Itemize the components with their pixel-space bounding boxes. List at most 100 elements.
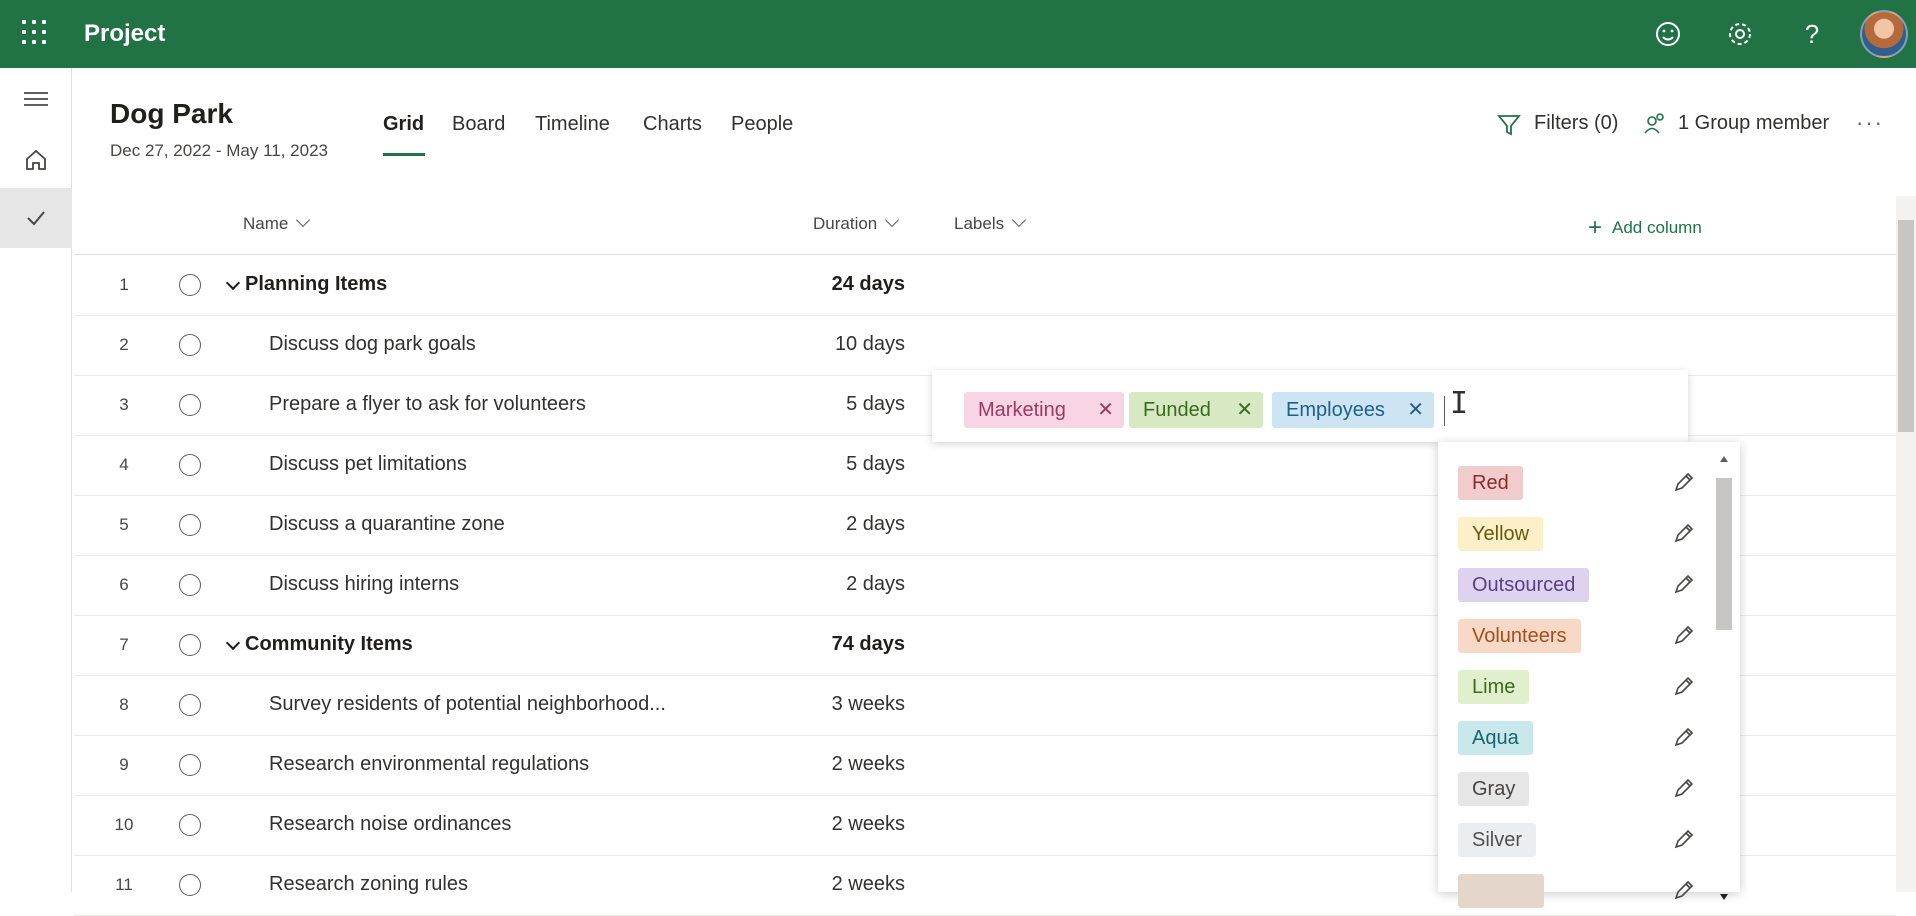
- remove-label-icon[interactable]: ✕: [1236, 392, 1253, 428]
- filter-icon[interactable]: [1496, 112, 1522, 138]
- feedback-smiley-icon[interactable]: [1652, 18, 1684, 50]
- task-duration[interactable]: 10 days: [774, 333, 905, 356]
- task-duration[interactable]: 3 weeks: [774, 693, 905, 716]
- task-name[interactable]: Research environmental regulations: [269, 753, 589, 776]
- task-duration[interactable]: 2 days: [774, 513, 905, 536]
- tab-timeline[interactable]: Timeline: [535, 113, 610, 136]
- task-duration[interactable]: 2 days: [774, 573, 905, 596]
- task-name[interactable]: Discuss a quarantine zone: [269, 513, 505, 536]
- group-row[interactable]: 1 Planning Items 24 days: [74, 256, 1896, 316]
- app-launcher-icon[interactable]: [22, 20, 50, 48]
- project-dates: Dec 27, 2022 - May 11, 2023: [110, 141, 328, 160]
- menu-hamburger-icon[interactable]: [24, 92, 48, 108]
- remove-label-icon[interactable]: ✕: [1407, 392, 1424, 428]
- tab-people[interactable]: People: [731, 113, 793, 136]
- task-complete-checkbox[interactable]: [179, 694, 201, 716]
- task-name[interactable]: Discuss dog park goals: [269, 333, 476, 356]
- app-header: Project ?: [0, 0, 1916, 68]
- label-option[interactable]: Yellow: [1438, 505, 1698, 556]
- task-name[interactable]: Prepare a flyer to ask for volunteers: [269, 393, 586, 416]
- label-option[interactable]: Aqua: [1438, 709, 1698, 760]
- task-complete-checkbox[interactable]: [179, 394, 201, 416]
- edit-pencil-icon[interactable]: [1672, 521, 1696, 545]
- help-icon[interactable]: ?: [1796, 18, 1828, 50]
- group-members-icon[interactable]: [1642, 110, 1668, 138]
- task-duration[interactable]: 74 days: [774, 633, 905, 656]
- task-duration[interactable]: 5 days: [774, 393, 905, 416]
- more-options-button[interactable]: ···: [1856, 110, 1884, 136]
- task-complete-checkbox[interactable]: [179, 754, 201, 776]
- add-column-button[interactable]: + Add column: [1588, 212, 1702, 241]
- edit-pencil-icon[interactable]: [1672, 827, 1696, 851]
- label-option[interactable]: Red: [1438, 454, 1698, 505]
- label-option[interactable]: Outsourced: [1438, 556, 1698, 607]
- page-scrollbar-thumb[interactable]: [1898, 220, 1914, 432]
- column-header-labels[interactable]: Labels: [954, 212, 1027, 234]
- edit-pencil-icon[interactable]: [1672, 572, 1696, 596]
- edit-pencil-icon[interactable]: [1672, 470, 1696, 494]
- task-complete-checkbox[interactable]: [179, 274, 201, 296]
- column-header-name[interactable]: Name: [243, 212, 311, 234]
- tab-board[interactable]: Board: [452, 113, 505, 136]
- label-chip-text: Employees: [1286, 399, 1385, 421]
- label-option[interactable]: Silver: [1438, 811, 1698, 862]
- dropdown-scrollbar-thumb[interactable]: [1716, 478, 1732, 630]
- task-duration[interactable]: 2 weeks: [774, 813, 905, 836]
- edit-pencil-icon[interactable]: [1672, 776, 1696, 800]
- project-title[interactable]: Dog Park: [110, 98, 233, 130]
- label-option[interactable]: Lime: [1438, 658, 1698, 709]
- column-header-duration[interactable]: Duration: [813, 212, 900, 234]
- text-cursor-icon: I: [1450, 386, 1469, 421]
- active-tab-indicator: [383, 153, 425, 156]
- edit-pencil-icon[interactable]: [1672, 725, 1696, 749]
- scroll-up-icon[interactable]: [1720, 456, 1728, 462]
- row-number: 2: [119, 335, 129, 354]
- task-complete-checkbox[interactable]: [179, 634, 201, 656]
- task-complete-checkbox[interactable]: [179, 874, 201, 896]
- collapse-chevron-icon[interactable]: [225, 275, 241, 291]
- task-duration[interactable]: 2 weeks: [774, 753, 905, 776]
- remove-label-icon[interactable]: ✕: [1097, 392, 1114, 428]
- edit-pencil-icon[interactable]: [1672, 623, 1696, 647]
- column-header-labels-label: Labels: [954, 214, 1005, 233]
- task-duration[interactable]: 2 weeks: [774, 873, 905, 896]
- group-members-button[interactable]: 1 Group member: [1678, 112, 1829, 135]
- task-complete-checkbox[interactable]: [179, 334, 201, 356]
- label-option[interactable]: Volunteers: [1438, 607, 1698, 658]
- task-complete-checkbox[interactable]: [179, 574, 201, 596]
- task-complete-checkbox[interactable]: [179, 514, 201, 536]
- label-chip-employees: Employees ✕: [1272, 392, 1434, 428]
- group-name[interactable]: Planning Items: [245, 273, 387, 296]
- edit-pencil-icon[interactable]: [1672, 674, 1696, 698]
- task-duration[interactable]: 24 days: [774, 273, 905, 296]
- home-icon[interactable]: [22, 146, 50, 174]
- task-complete-checkbox[interactable]: [179, 814, 201, 836]
- edit-pencil-icon[interactable]: [1672, 878, 1696, 902]
- my-tasks-nav-item[interactable]: [0, 188, 72, 248]
- scroll-down-icon[interactable]: [1720, 894, 1728, 900]
- task-name[interactable]: Research noise ordinances: [269, 813, 511, 836]
- task-name[interactable]: Discuss hiring interns: [269, 573, 459, 596]
- row-number: 8: [119, 695, 129, 714]
- tab-charts[interactable]: Charts: [643, 113, 702, 136]
- user-avatar[interactable]: [1860, 10, 1908, 58]
- svg-text:?: ?: [1805, 19, 1819, 49]
- label-chip-marketing: Marketing ✕: [964, 392, 1124, 428]
- task-complete-checkbox[interactable]: [179, 454, 201, 476]
- settings-gear-icon[interactable]: [1724, 18, 1756, 50]
- task-name[interactable]: Research zoning rules: [269, 873, 468, 896]
- group-name[interactable]: Community Items: [245, 633, 413, 656]
- label-option[interactable]: Gray: [1438, 760, 1698, 811]
- task-name[interactable]: Discuss pet limitations: [269, 453, 467, 476]
- task-name[interactable]: Survey residents of potential neighborho…: [269, 693, 666, 716]
- task-duration[interactable]: 5 days: [774, 453, 905, 476]
- task-row[interactable]: 2 Discuss dog park goals 10 days: [74, 316, 1896, 376]
- tab-grid[interactable]: Grid: [383, 113, 424, 136]
- app-title[interactable]: Project: [84, 20, 165, 48]
- filters-button[interactable]: Filters (0): [1534, 112, 1618, 135]
- label-search-input[interactable]: [1444, 396, 1445, 426]
- collapse-chevron-icon[interactable]: [225, 635, 241, 651]
- label-option[interactable]: [1438, 862, 1698, 913]
- label-option-chip: Volunteers: [1458, 619, 1581, 653]
- label-editor[interactable]: Marketing ✕ Funded ✕ Employees ✕ I: [932, 370, 1688, 442]
